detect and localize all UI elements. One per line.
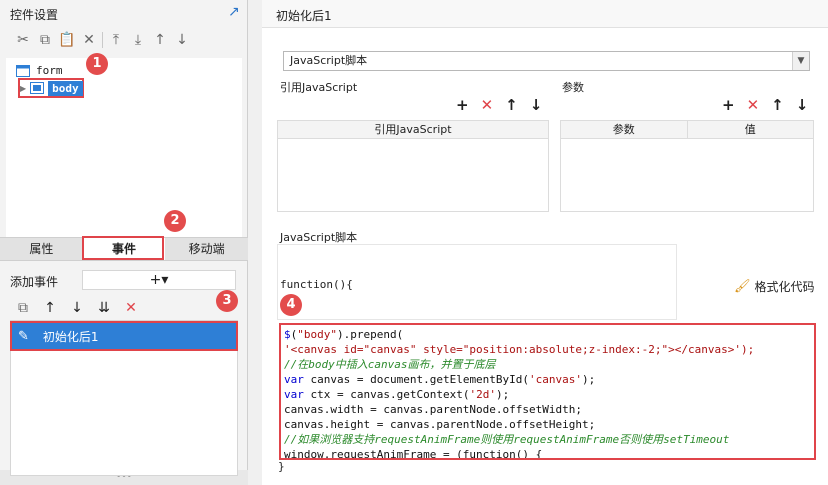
script-section-label: JavaScript脚本 — [280, 231, 358, 244]
tree-toolbar: ✂ ⧉ 📋 ✕ ⤒ ⤓ ↑ ↓ — [14, 32, 191, 48]
add-event-button[interactable]: +▾ — [82, 270, 236, 290]
params-label: 参数 — [562, 81, 584, 94]
code-editor[interactable]: $("body").prepend( '<canvas id="canvas" … — [279, 323, 816, 460]
add-icon[interactable]: + — [456, 96, 469, 114]
editor-title: 初始化后1 — [276, 9, 332, 23]
params-actions: + ✕ ↑ ↓ — [722, 96, 808, 114]
expand-arrow-icon[interactable]: ▶ — [20, 84, 26, 93]
toolbar-separator — [102, 32, 103, 48]
code-line-3: //在body中插入canvas画布，并置于底层 — [284, 358, 496, 371]
cut-icon[interactable]: ✂ — [14, 32, 32, 48]
code-line-2: '<canvas id="canvas" style="position:abs… — [284, 343, 755, 356]
format-code-label: 格式化代码 — [754, 280, 815, 294]
code-line-8: //如果浏览器支持requestAnimFrame则使用requestAnimF… — [284, 433, 730, 446]
editor-title-bar — [262, 0, 828, 28]
ref-js-label: 引用JavaScript — [280, 81, 358, 94]
format-code-button[interactable]: 🖌 格式化代码 — [734, 278, 815, 295]
move-down-icon[interactable]: ↓ — [530, 96, 543, 114]
add-event-label: 添加事件 — [10, 275, 59, 289]
delete-event-icon[interactable]: ✕ — [122, 300, 140, 316]
tab-mobile[interactable]: 移动端 — [165, 238, 248, 260]
code-line-6: canvas.width = canvas.parentNode.offsetW… — [284, 403, 583, 416]
delete-icon[interactable]: ✕ — [481, 96, 494, 114]
delete-icon[interactable]: ✕ — [747, 96, 760, 114]
tree-node-form[interactable]: form — [16, 64, 63, 77]
body-icon — [30, 82, 45, 94]
paste-icon[interactable]: 📋 — [58, 32, 76, 48]
copy-icon[interactable]: ⧉ — [36, 32, 54, 48]
callout-badge-2: 2 — [164, 210, 186, 232]
move-up-icon[interactable]: ↑ — [41, 300, 59, 316]
add-icon[interactable]: + — [722, 96, 735, 114]
copy-event-icon[interactable]: ⧉ — [14, 300, 32, 316]
move-top-icon[interactable]: ⤒ — [107, 32, 125, 48]
move-down-icon[interactable]: ↓ — [68, 300, 86, 316]
move-bottom-icon[interactable]: ⤓ — [129, 32, 147, 48]
panel-title: 控件设置 — [10, 8, 59, 22]
function-open: function(){ — [280, 278, 353, 291]
move-down-icon[interactable]: ↓ — [173, 32, 191, 48]
callout-badge-4: 4 — [280, 294, 302, 316]
move-up-icon[interactable]: ↑ — [151, 32, 169, 48]
event-toolbar: ⧉ ↑ ↓ ⇊ ✕ — [14, 300, 140, 316]
move-down-icon[interactable]: ↓ — [796, 96, 809, 114]
callout-badge-1: 1 — [86, 53, 108, 75]
pin-icon[interactable]: ↗ — [228, 4, 240, 20]
script-type-select[interactable]: JavaScript脚本 — [283, 51, 810, 71]
code-line-7: canvas.height = canvas.parentNode.offset… — [284, 418, 596, 431]
params-table: 参数 值 — [560, 120, 814, 212]
ref-js-actions: + ✕ ↑ ↓ — [456, 96, 542, 114]
events-tab-highlight — [82, 236, 164, 260]
chevron-down-icon[interactable]: ▼ — [792, 52, 809, 70]
code-line-9: window.requestAnimFrame = (function() { — [284, 448, 543, 460]
code-line-1: $("body").prepend( — [284, 328, 404, 341]
function-close: } — [278, 460, 285, 473]
delete-icon[interactable]: ✕ — [80, 32, 98, 48]
ref-js-table: 引用JavaScript — [277, 120, 549, 212]
tree-node-body[interactable]: ▶ body — [20, 79, 83, 97]
form-icon — [16, 64, 30, 77]
value-column-header: 值 — [744, 123, 756, 136]
param-column-header: 参数 — [561, 121, 688, 138]
sort-icon[interactable]: ⇊ — [95, 300, 113, 316]
code-line-4: var canvas = document.getElementById('ca… — [284, 373, 596, 386]
callout-badge-3: 3 — [216, 290, 238, 312]
tab-properties[interactable]: 属性 — [0, 238, 83, 260]
tree-node-body-label: body — [48, 80, 83, 96]
move-up-icon[interactable]: ↑ — [771, 96, 784, 114]
tree-node-form-label: form — [36, 64, 63, 77]
code-line-5: var ctx = canvas.getContext('2d'); — [284, 388, 510, 401]
brush-icon: 🖌 — [734, 279, 751, 294]
ref-js-column-header: 引用JavaScript — [374, 123, 452, 136]
event-item-highlight — [10, 321, 238, 351]
move-up-icon[interactable]: ↑ — [505, 96, 518, 114]
